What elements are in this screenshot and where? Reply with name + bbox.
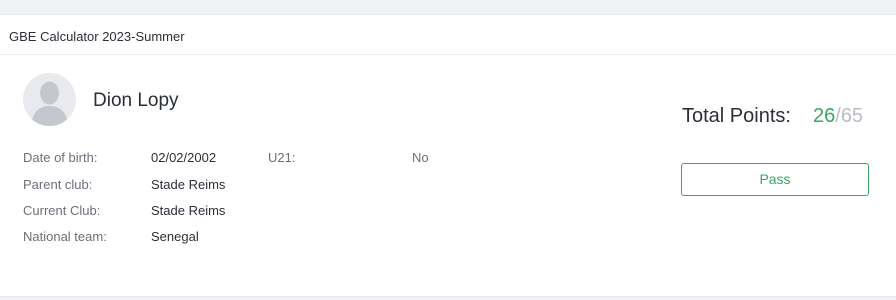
national-team-label: National team: [23,229,107,244]
card-title: GBE Calculator 2023-Summer [9,29,185,44]
current-club-label: Current Club: [23,203,101,218]
player-name: Dion Lopy [93,90,179,111]
card-header: GBE Calculator 2023-Summer [0,15,896,55]
national-team-value: Senegal [151,229,199,244]
gbe-calculator-card: GBE Calculator 2023-Summer Dion Lopy Dat… [0,14,896,297]
u21-value: No [412,150,429,165]
pass-result-button[interactable]: Pass [681,163,869,196]
date-of-birth-label: Date of birth: [23,150,98,165]
u21-label: U21: [268,150,296,165]
total-points-score: 26/65 [813,104,863,128]
date-of-birth-value: 02/02/2002 [151,150,217,165]
points-required: 65 [840,105,864,127]
current-club-value: Stade Reims [151,203,226,218]
user-silhouette-icon [23,73,76,126]
parent-club-value: Stade Reims [151,177,226,192]
points-earned: 26 [813,105,836,127]
total-points-label: Total Points: [682,105,791,127]
parent-club-label: Parent club: [23,177,93,192]
